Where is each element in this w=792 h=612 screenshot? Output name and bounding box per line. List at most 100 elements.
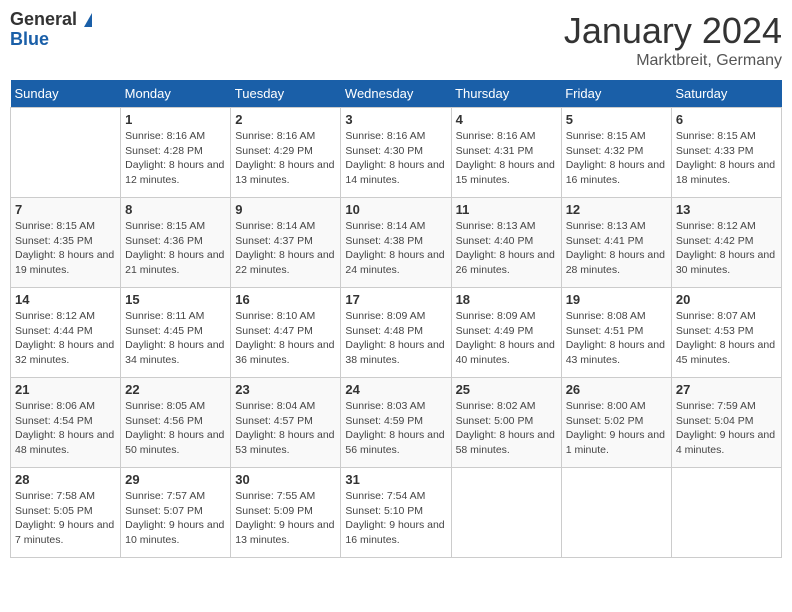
- calendar-cell: 1 Sunrise: 8:16 AMSunset: 4:28 PMDaylight…: [121, 108, 231, 198]
- calendar-cell: 18 Sunrise: 8:09 AMSunset: 4:49 PMDayligh…: [451, 288, 561, 378]
- cell-info: Sunrise: 8:13 AMSunset: 4:41 PMDaylight:…: [566, 219, 667, 278]
- day-number: 17: [345, 292, 446, 307]
- logo-top: General: [10, 10, 92, 30]
- cell-info: Sunrise: 7:54 AMSunset: 5:10 PMDaylight:…: [345, 489, 446, 548]
- calendar-cell: 13 Sunrise: 8:12 AMSunset: 4:42 PMDayligh…: [671, 198, 781, 288]
- day-number: 14: [15, 292, 116, 307]
- weekday-header-row: SundayMondayTuesdayWednesdayThursdayFrid…: [11, 80, 782, 108]
- cell-info: Sunrise: 8:16 AMSunset: 4:30 PMDaylight:…: [345, 129, 446, 188]
- day-number: 1: [125, 112, 226, 127]
- day-number: 15: [125, 292, 226, 307]
- cell-info: Sunrise: 8:08 AMSunset: 4:51 PMDaylight:…: [566, 309, 667, 368]
- calendar-cell: 7Sunrise: 8:15 AMSunset: 4:35 PMDaylight…: [11, 198, 121, 288]
- cell-info: Sunrise: 7:59 AMSunset: 5:04 PMDaylight:…: [676, 399, 777, 458]
- weekday-header-friday: Friday: [561, 80, 671, 108]
- day-number: 19: [566, 292, 667, 307]
- calendar-cell: [561, 468, 671, 558]
- cell-info: Sunrise: 8:16 AMSunset: 4:29 PMDaylight:…: [235, 129, 336, 188]
- day-number: 24: [345, 382, 446, 397]
- month-title: January 2024: [564, 10, 782, 52]
- week-row-3: 14 Sunrise: 8:12 AMSunset: 4:44 PMDayligh…: [11, 288, 782, 378]
- calendar-cell: 3 Sunrise: 8:16 AMSunset: 4:30 PMDaylight…: [341, 108, 451, 198]
- day-number: 11: [456, 202, 557, 217]
- cell-info: Sunrise: 8:14 AMSunset: 4:37 PMDaylight:…: [235, 219, 336, 278]
- logo: General Blue: [10, 10, 92, 50]
- day-number: 25: [456, 382, 557, 397]
- calendar-cell: 15 Sunrise: 8:11 AMSunset: 4:45 PMDayligh…: [121, 288, 231, 378]
- day-number: 26: [566, 382, 667, 397]
- calendar-cell: 10 Sunrise: 8:14 AMSunset: 4:38 PMDayligh…: [341, 198, 451, 288]
- cell-info: Sunrise: 7:58 AMSunset: 5:05 PMDaylight:…: [15, 489, 116, 548]
- cell-info: Sunrise: 8:05 AMSunset: 4:56 PMDaylight:…: [125, 399, 226, 458]
- cell-info: Sunrise: 8:07 AMSunset: 4:53 PMDaylight:…: [676, 309, 777, 368]
- calendar-cell: 17Sunrise: 8:09 AMSunset: 4:48 PMDayligh…: [341, 288, 451, 378]
- day-number: 13: [676, 202, 777, 217]
- day-number: 10: [345, 202, 446, 217]
- calendar-cell: 16 Sunrise: 8:10 AMSunset: 4:47 PMDayligh…: [231, 288, 341, 378]
- calendar-cell: 8Sunrise: 8:15 AMSunset: 4:36 PMDaylight…: [121, 198, 231, 288]
- week-row-2: 7Sunrise: 8:15 AMSunset: 4:35 PMDaylight…: [11, 198, 782, 288]
- cell-info: Sunrise: 8:03 AMSunset: 4:59 PMDaylight:…: [345, 399, 446, 458]
- cell-info: Sunrise: 8:14 AMSunset: 4:38 PMDaylight:…: [345, 219, 446, 278]
- week-row-1: 1 Sunrise: 8:16 AMSunset: 4:28 PMDaylight…: [11, 108, 782, 198]
- calendar-cell: [671, 468, 781, 558]
- day-number: 12: [566, 202, 667, 217]
- weekday-header-saturday: Saturday: [671, 80, 781, 108]
- day-number: 23: [235, 382, 336, 397]
- calendar-cell: 14 Sunrise: 8:12 AMSunset: 4:44 PMDayligh…: [11, 288, 121, 378]
- cell-info: Sunrise: 8:12 AMSunset: 4:42 PMDaylight:…: [676, 219, 777, 278]
- logo-blue-text: Blue: [10, 30, 92, 50]
- day-number: 5: [566, 112, 667, 127]
- cell-info: Sunrise: 8:11 AMSunset: 4:45 PMDaylight:…: [125, 309, 226, 368]
- weekday-header-monday: Monday: [121, 80, 231, 108]
- calendar-cell: 31Sunrise: 7:54 AMSunset: 5:10 PMDayligh…: [341, 468, 451, 558]
- weekday-header-tuesday: Tuesday: [231, 80, 341, 108]
- calendar-cell: 23Sunrise: 8:04 AMSunset: 4:57 PMDayligh…: [231, 378, 341, 468]
- day-number: 30: [235, 472, 336, 487]
- cell-info: Sunrise: 7:55 AMSunset: 5:09 PMDaylight:…: [235, 489, 336, 548]
- cell-info: Sunrise: 8:00 AMSunset: 5:02 PMDaylight:…: [566, 399, 667, 458]
- day-number: 22: [125, 382, 226, 397]
- day-number: 8: [125, 202, 226, 217]
- calendar-cell: 4 Sunrise: 8:16 AMSunset: 4:31 PMDaylight…: [451, 108, 561, 198]
- day-number: 2: [235, 112, 336, 127]
- day-number: 29: [125, 472, 226, 487]
- day-number: 16: [235, 292, 336, 307]
- calendar-cell: 24 Sunrise: 8:03 AMSunset: 4:59 PMDayligh…: [341, 378, 451, 468]
- calendar-table: SundayMondayTuesdayWednesdayThursdayFrid…: [10, 80, 782, 558]
- logo-icon: [84, 13, 92, 27]
- cell-info: Sunrise: 8:16 AMSunset: 4:31 PMDaylight:…: [456, 129, 557, 188]
- calendar-cell: [11, 108, 121, 198]
- week-row-4: 21 Sunrise: 8:06 AMSunset: 4:54 PMDayligh…: [11, 378, 782, 468]
- cell-info: Sunrise: 8:10 AMSunset: 4:47 PMDaylight:…: [235, 309, 336, 368]
- location: Marktbreit, Germany: [564, 52, 782, 70]
- calendar-cell: 11Sunrise: 8:13 AMSunset: 4:40 PMDayligh…: [451, 198, 561, 288]
- calendar-cell: 12 Sunrise: 8:13 AMSunset: 4:41 PMDayligh…: [561, 198, 671, 288]
- weekday-header-thursday: Thursday: [451, 80, 561, 108]
- calendar-cell: 6 Sunrise: 8:15 AMSunset: 4:33 PMDaylight…: [671, 108, 781, 198]
- day-number: 6: [676, 112, 777, 127]
- calendar-cell: 27Sunrise: 7:59 AMSunset: 5:04 PMDayligh…: [671, 378, 781, 468]
- day-number: 18: [456, 292, 557, 307]
- calendar-cell: [451, 468, 561, 558]
- calendar-cell: 26 Sunrise: 8:00 AMSunset: 5:02 PMDayligh…: [561, 378, 671, 468]
- cell-info: Sunrise: 8:12 AMSunset: 4:44 PMDaylight:…: [15, 309, 116, 368]
- calendar-cell: 29Sunrise: 7:57 AMSunset: 5:07 PMDayligh…: [121, 468, 231, 558]
- day-number: 7: [15, 202, 116, 217]
- cell-info: Sunrise: 8:16 AMSunset: 4:28 PMDaylight:…: [125, 129, 226, 188]
- day-number: 4: [456, 112, 557, 127]
- calendar-cell: 9 Sunrise: 8:14 AMSunset: 4:37 PMDaylight…: [231, 198, 341, 288]
- weekday-header-sunday: Sunday: [11, 80, 121, 108]
- week-row-5: 28Sunrise: 7:58 AMSunset: 5:05 PMDayligh…: [11, 468, 782, 558]
- day-number: 3: [345, 112, 446, 127]
- calendar-cell: 25Sunrise: 8:02 AMSunset: 5:00 PMDayligh…: [451, 378, 561, 468]
- day-number: 21: [15, 382, 116, 397]
- cell-info: Sunrise: 8:06 AMSunset: 4:54 PMDaylight:…: [15, 399, 116, 458]
- calendar-cell: 2 Sunrise: 8:16 AMSunset: 4:29 PMDaylight…: [231, 108, 341, 198]
- cell-info: Sunrise: 8:15 AMSunset: 4:32 PMDaylight:…: [566, 129, 667, 188]
- cell-info: Sunrise: 8:09 AMSunset: 4:49 PMDaylight:…: [456, 309, 557, 368]
- cell-info: Sunrise: 8:15 AMSunset: 4:33 PMDaylight:…: [676, 129, 777, 188]
- calendar-cell: 21 Sunrise: 8:06 AMSunset: 4:54 PMDayligh…: [11, 378, 121, 468]
- day-number: 9: [235, 202, 336, 217]
- calendar-cell: 20Sunrise: 8:07 AMSunset: 4:53 PMDayligh…: [671, 288, 781, 378]
